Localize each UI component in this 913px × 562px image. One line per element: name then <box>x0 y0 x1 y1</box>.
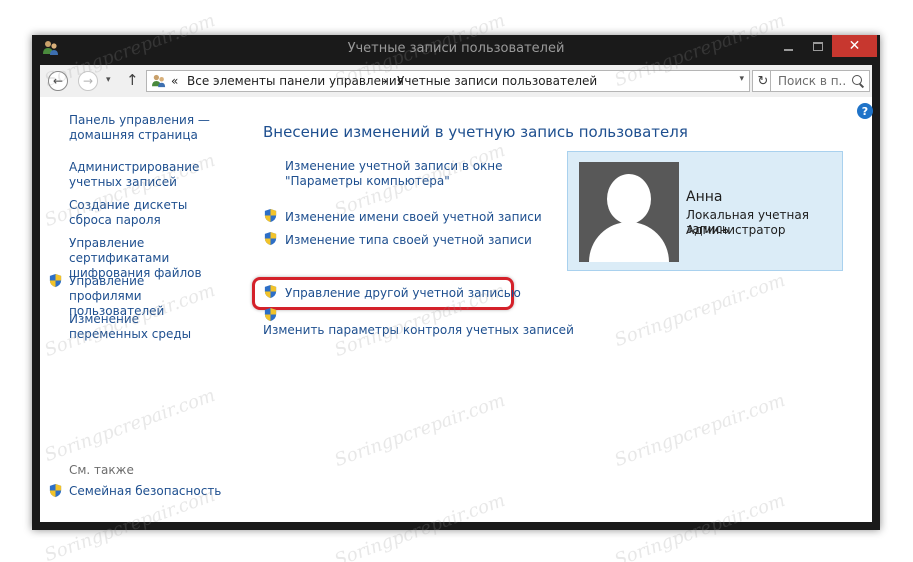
account-role: Администратор <box>686 223 786 237</box>
breadcrumb-user-accounts[interactable]: Учетные записи пользователей <box>397 74 597 88</box>
task-change-account-name[interactable]: Изменение имени своей учетной записи <box>285 210 575 225</box>
see-also-heading: См. также <box>69 463 134 477</box>
uac-shield-icon <box>264 284 277 299</box>
page-heading: Внесение изменений в учетную запись поль… <box>263 123 688 141</box>
avatar-head-shape <box>607 174 651 224</box>
minimize-icon <box>783 49 793 51</box>
account-card: Анна Локальная учетная запись Администра… <box>567 151 843 271</box>
sidebar-item-environment-variables[interactable]: Изменение переменных среды <box>69 312 219 342</box>
breadcrumb-all-control-panel-items[interactable]: Все элементы панели управления <box>187 74 404 88</box>
minimize-button[interactable] <box>774 35 802 57</box>
uac-shield-icon <box>264 231 277 246</box>
forward-arrow-icon: → <box>82 74 94 88</box>
forward-button[interactable]: → <box>78 71 98 91</box>
uac-shield-icon <box>49 273 62 288</box>
task-manage-another-account[interactable]: Управление другой учетной записью <box>285 286 575 301</box>
maximize-icon <box>813 41 823 51</box>
avatar-body-shape <box>589 222 669 262</box>
close-icon: ✕ <box>848 38 861 54</box>
avatar[interactable] <box>579 162 679 262</box>
uac-shield-icon <box>264 307 277 322</box>
maximize-button[interactable] <box>804 35 832 57</box>
family-safety-icon <box>49 483 62 498</box>
user-accounts-window: Учетные записи пользователей ✕ ← → ▾ ↑ «… <box>32 35 880 530</box>
back-arrow-icon: ← <box>52 74 64 88</box>
control-panel-home-link[interactable]: Панель управления — домашняя страница <box>69 113 219 143</box>
task-change-uac-settings[interactable]: Изменить параметры контроля учетных запи… <box>263 323 574 338</box>
user-accounts-icon <box>152 74 166 88</box>
help-icon[interactable]: ? <box>857 103 873 119</box>
breadcrumb-separator: › <box>383 74 388 88</box>
navigation-bar: ← → ▾ ↑ « Все элементы панели управления… <box>40 65 872 97</box>
uac-shield-icon <box>264 208 277 223</box>
content-pane: ? Панель управления — домашняя страница … <box>40 97 873 522</box>
breadcrumb-overflow[interactable]: « <box>171 74 178 88</box>
close-button[interactable]: ✕ <box>832 35 877 57</box>
up-button[interactable]: ↑ <box>126 71 139 89</box>
back-button[interactable]: ← <box>48 71 68 91</box>
task-change-account-type[interactable]: Изменение типа своей учетной записи <box>285 233 575 248</box>
search-icon[interactable] <box>852 75 862 85</box>
address-bar[interactable]: « Все элементы панели управления › Учетн… <box>146 70 750 92</box>
task-change-account-in-pc-settings[interactable]: Изменение учетной записи в окне "Парамет… <box>285 159 560 189</box>
address-dropdown-icon[interactable]: ▾ <box>739 74 744 84</box>
family-safety-link[interactable]: Семейная безопасность <box>69 484 239 499</box>
recent-locations-button[interactable]: ▾ <box>106 75 111 85</box>
refresh-icon: ↻ <box>757 73 769 89</box>
sidebar-item-password-reset-disk[interactable]: Создание дискеты сброса пароля <box>69 198 219 228</box>
window-title: Учетные записи пользователей <box>347 41 565 56</box>
sidebar-item-manage-accounts[interactable]: Администрирование учетных записей <box>69 160 239 190</box>
account-name: Анна <box>686 189 723 205</box>
title-bar: Учетные записи пользователей ✕ <box>32 35 880 63</box>
